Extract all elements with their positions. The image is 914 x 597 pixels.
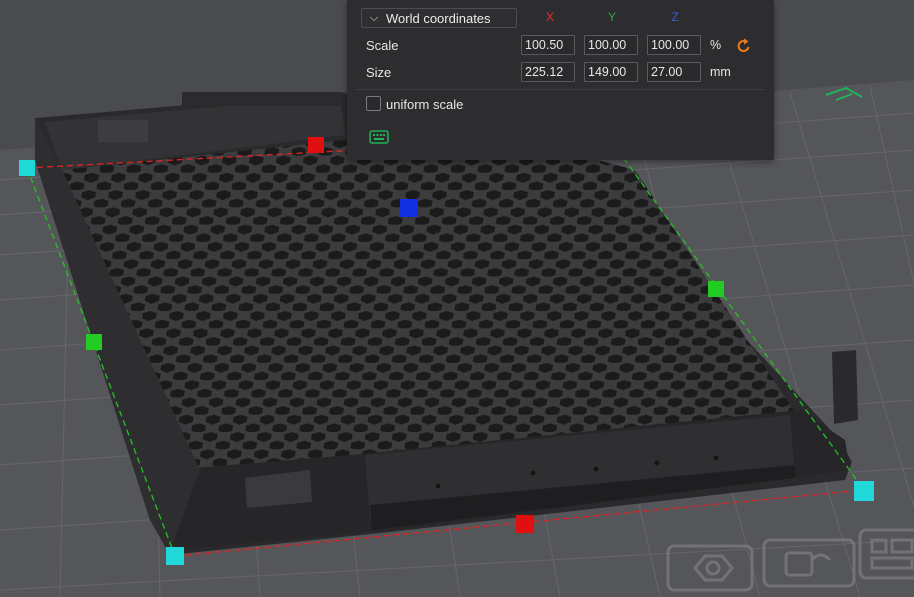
axis-label-x: X — [545, 10, 554, 24]
uniform-scale-checkbox[interactable] — [366, 96, 381, 111]
scale-handle-corner-front-right[interactable] — [854, 481, 874, 501]
axis-label-z: Z — [671, 10, 679, 24]
scale-handle-corner-front-left[interactable] — [166, 547, 184, 565]
scale-handle-x-front[interactable] — [516, 515, 534, 533]
keyboard-icon[interactable] — [369, 130, 389, 144]
coordinate-system-select[interactable]: ⌵ World coordinates — [361, 8, 517, 28]
scale-unit: % — [710, 38, 722, 52]
scale-handle-corner-back-left[interactable] — [19, 160, 35, 176]
uniform-scale-label: uniform scale — [386, 97, 464, 112]
panel-divider — [356, 89, 765, 90]
scale-handle-y-right[interactable] — [708, 281, 724, 297]
scale-label: Scale — [366, 38, 399, 53]
size-z-input[interactable]: 27.00 — [647, 62, 701, 82]
chevron-down-icon: ⌵ — [369, 11, 379, 24]
size-unit: mm — [710, 65, 731, 79]
coordinate-system-label: World coordinates — [386, 10, 491, 26]
reset-arrow-icon[interactable] — [736, 38, 752, 54]
scale-handle-y-left[interactable] — [86, 334, 102, 350]
scale-panel: ⌵ World coordinates X Y Z Scale 100.50 1… — [347, 0, 774, 160]
size-x-input[interactable]: 225.12 — [521, 62, 575, 82]
scale-handle-z[interactable] — [400, 199, 418, 217]
scale-y-input[interactable]: 100.00 — [584, 35, 638, 55]
scale-x-input[interactable]: 100.50 — [521, 35, 575, 55]
scale-handle-x-back[interactable] — [308, 137, 324, 153]
size-label: Size — [366, 65, 392, 80]
axis-label-y: Y — [607, 10, 616, 24]
size-y-input[interactable]: 149.00 — [584, 62, 638, 82]
scale-z-input[interactable]: 100.00 — [647, 35, 701, 55]
